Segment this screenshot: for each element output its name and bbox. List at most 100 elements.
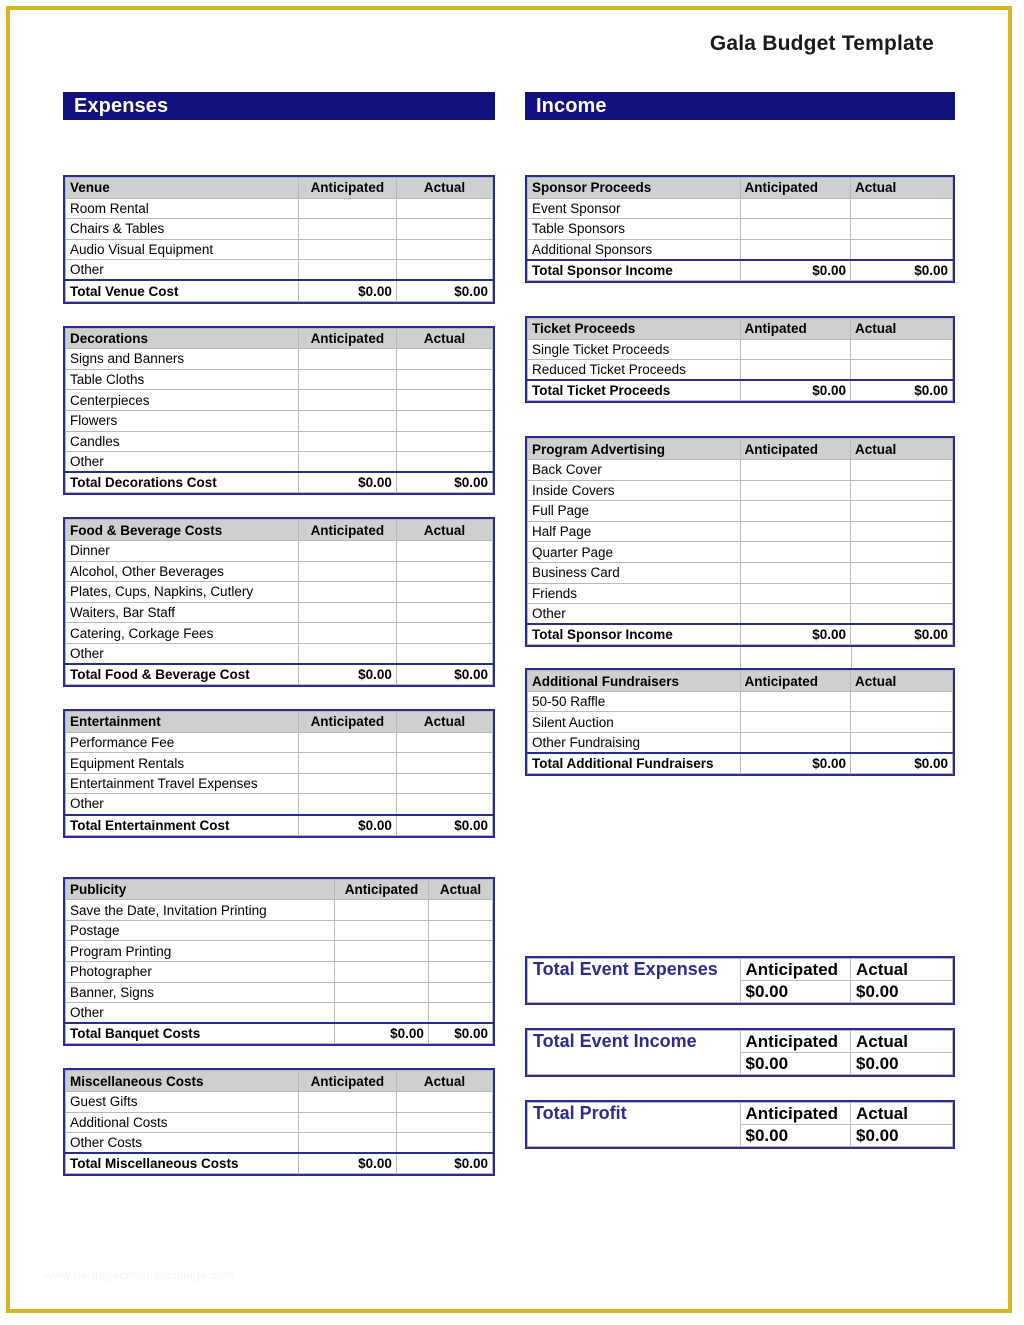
anticipated-input-cell[interactable] (739, 458, 851, 481)
actual-input-cell[interactable] (395, 539, 494, 562)
anticipated-input-cell[interactable] (297, 368, 397, 391)
actual-input-cell[interactable] (395, 793, 494, 816)
total-anticipated-value: $0.00 (739, 623, 851, 646)
actual-input-cell[interactable] (395, 731, 494, 754)
anticipated-input-cell[interactable] (739, 218, 851, 240)
anticipated-input-cell[interactable] (739, 582, 851, 605)
anticipated-input-cell[interactable] (739, 359, 851, 381)
actual-input-cell[interactable] (427, 961, 494, 983)
actual-input-cell[interactable] (395, 348, 494, 370)
actual-input-cell[interactable] (850, 238, 953, 261)
actual-input-cell[interactable] (850, 359, 953, 381)
actual-input-cell[interactable] (850, 479, 953, 502)
anticipated-input-cell[interactable] (334, 899, 429, 921)
actual-input-cell[interactable] (427, 940, 494, 962)
anticipated-input-cell[interactable] (739, 338, 851, 361)
anticipated-input-cell[interactable] (297, 731, 397, 754)
actual-input-cell[interactable] (395, 560, 494, 583)
actual-input-cell[interactable] (395, 1132, 494, 1154)
anticipated-input-cell[interactable] (297, 197, 397, 220)
anticipated-input-cell[interactable] (297, 430, 397, 453)
column-header-anticipated: Anticipated (739, 670, 851, 692)
table-row: Save the Date, Invitation Printing (65, 899, 494, 921)
actual-input-cell[interactable] (850, 561, 953, 584)
anticipated-input-cell[interactable] (297, 1090, 397, 1113)
actual-input-cell[interactable] (395, 409, 494, 432)
anticipated-input-cell[interactable] (297, 752, 397, 774)
anticipated-input-cell[interactable] (334, 1002, 429, 1024)
anticipated-input-cell[interactable] (297, 772, 397, 795)
anticipated-input-cell[interactable] (297, 539, 397, 562)
anticipated-input-cell[interactable] (739, 541, 851, 563)
actual-input-cell[interactable] (850, 458, 953, 481)
anticipated-input-cell[interactable] (297, 451, 397, 473)
anticipated-input-cell[interactable] (334, 919, 429, 942)
actual-input-cell[interactable] (850, 732, 953, 754)
anticipated-input-cell[interactable] (297, 238, 397, 261)
anticipated-input-cell[interactable] (739, 197, 851, 220)
actual-input-cell[interactable] (427, 919, 494, 942)
actual-input-cell[interactable] (427, 899, 494, 921)
actual-input-cell[interactable] (850, 541, 953, 563)
anticipated-input-cell[interactable] (297, 622, 397, 644)
actual-input-cell[interactable] (395, 259, 494, 281)
summary-anticipated-value: $0.00 (739, 980, 851, 1004)
actual-input-cell[interactable] (395, 368, 494, 391)
actual-input-cell[interactable] (850, 197, 953, 220)
anticipated-input-cell[interactable] (739, 500, 851, 522)
actual-input-cell[interactable] (850, 603, 953, 625)
budget-table: Venue Anticipated Actual Room Rental Chairs … (63, 175, 495, 304)
actual-input-cell[interactable] (850, 500, 953, 522)
anticipated-input-cell[interactable] (297, 1111, 397, 1134)
actual-input-cell[interactable] (395, 772, 494, 795)
row-label: Table Sponsors (527, 218, 741, 240)
row-label: Quarter Page (527, 541, 741, 563)
actual-input-cell[interactable] (395, 451, 494, 473)
actual-input-cell[interactable] (395, 752, 494, 774)
anticipated-input-cell[interactable] (739, 520, 851, 543)
actual-input-cell[interactable] (850, 582, 953, 605)
actual-input-cell[interactable] (395, 642, 494, 665)
actual-input-cell[interactable] (850, 690, 953, 713)
actual-input-cell[interactable] (395, 197, 494, 220)
anticipated-input-cell[interactable] (297, 348, 397, 370)
actual-input-cell[interactable] (850, 338, 953, 361)
actual-input-cell[interactable] (427, 1002, 494, 1024)
actual-input-cell[interactable] (850, 711, 953, 734)
actual-input-cell[interactable] (395, 218, 494, 240)
anticipated-input-cell[interactable] (297, 793, 397, 816)
actual-input-cell[interactable] (395, 622, 494, 644)
actual-input-cell[interactable] (395, 581, 494, 603)
anticipated-input-cell[interactable] (297, 409, 397, 432)
anticipated-input-cell[interactable] (334, 940, 429, 962)
actual-input-cell[interactable] (395, 601, 494, 624)
anticipated-input-cell[interactable] (297, 259, 397, 281)
budget-table: Sponsor Proceeds Anticipated Actual Event S… (525, 175, 955, 283)
anticipated-input-cell[interactable] (739, 238, 851, 261)
anticipated-input-cell[interactable] (297, 601, 397, 624)
actual-input-cell[interactable] (395, 389, 494, 411)
anticipated-input-cell[interactable] (739, 711, 851, 734)
anticipated-input-cell[interactable] (739, 479, 851, 502)
actual-input-cell[interactable] (850, 520, 953, 543)
actual-input-cell[interactable] (850, 218, 953, 240)
actual-input-cell[interactable] (395, 1090, 494, 1113)
anticipated-input-cell[interactable] (739, 690, 851, 713)
anticipated-input-cell[interactable] (297, 1132, 397, 1154)
anticipated-input-cell[interactable] (297, 389, 397, 411)
summary-anticipated-header: Anticipated (739, 1030, 851, 1054)
column-header-anticipated: Anticipated (334, 878, 429, 901)
actual-input-cell[interactable] (427, 981, 494, 1004)
anticipated-input-cell[interactable] (297, 581, 397, 603)
actual-input-cell[interactable] (395, 1111, 494, 1134)
actual-input-cell[interactable] (395, 430, 494, 453)
anticipated-input-cell[interactable] (739, 561, 851, 584)
anticipated-input-cell[interactable] (739, 603, 851, 625)
anticipated-input-cell[interactable] (334, 981, 429, 1004)
anticipated-input-cell[interactable] (297, 642, 397, 665)
anticipated-input-cell[interactable] (334, 961, 429, 983)
anticipated-input-cell[interactable] (297, 218, 397, 240)
anticipated-input-cell[interactable] (739, 732, 851, 754)
actual-input-cell[interactable] (395, 238, 494, 261)
anticipated-input-cell[interactable] (297, 560, 397, 583)
